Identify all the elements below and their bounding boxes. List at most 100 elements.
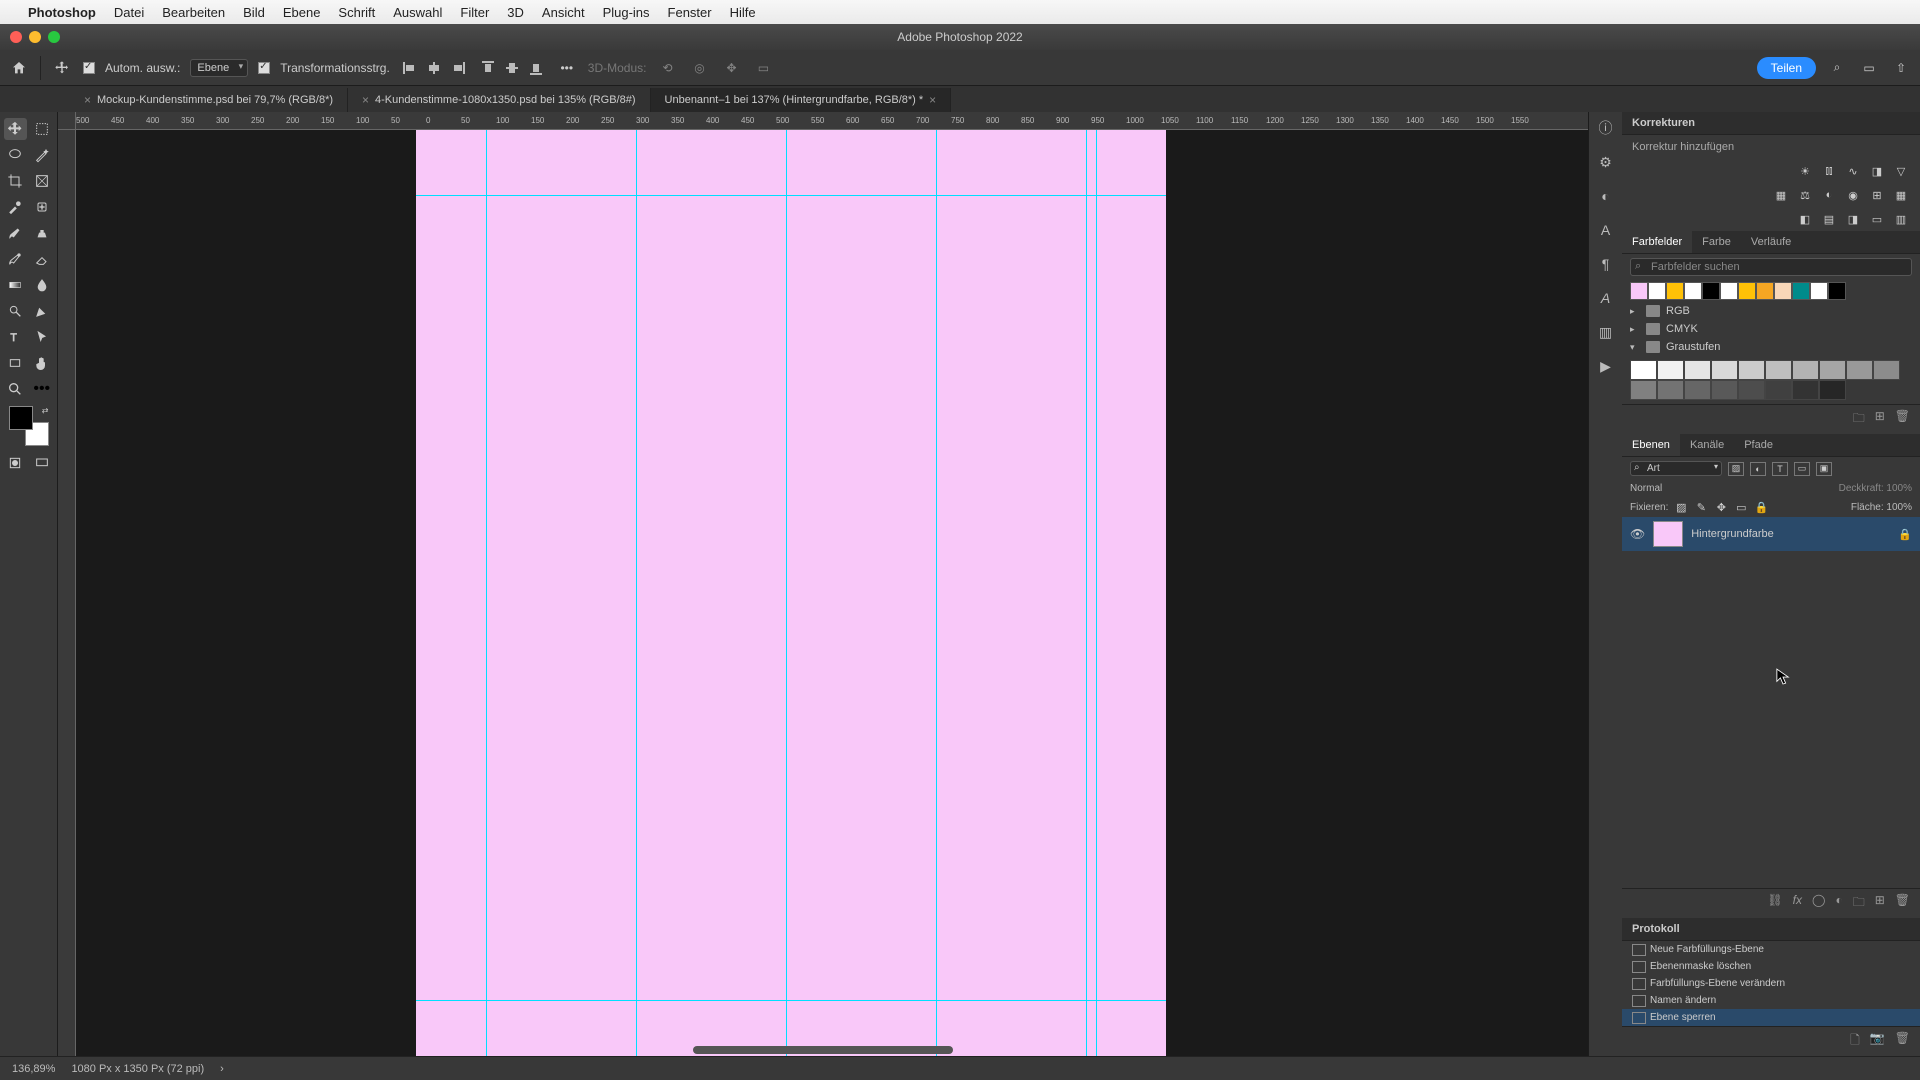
swatch-delete-icon[interactable]: 🗑	[1895, 409, 1910, 430]
close-icon[interactable]: ×	[362, 93, 369, 107]
pen-tool[interactable]	[31, 300, 54, 322]
3d-roll-icon[interactable]: ◎	[688, 57, 710, 79]
gradient-map-icon[interactable]: ▭	[1868, 211, 1886, 227]
align-top-icon[interactable]	[478, 58, 498, 78]
foreground-color[interactable]	[9, 406, 33, 430]
history-item[interactable]: Namen ändern	[1622, 992, 1920, 1009]
swatch[interactable]	[1756, 282, 1774, 300]
close-icon[interactable]: ×	[929, 93, 936, 107]
invert-icon[interactable]: ◧	[1796, 211, 1814, 227]
character-panel-icon[interactable]: A	[1596, 220, 1616, 240]
swatch[interactable]	[1720, 282, 1738, 300]
tab-ebenen[interactable]: Ebenen	[1622, 434, 1680, 456]
swatch[interactable]	[1792, 380, 1819, 400]
menu-3d[interactable]: 3D	[507, 5, 524, 20]
exposure-icon[interactable]: ◨	[1868, 163, 1886, 179]
layer-style-icon[interactable]: fx	[1793, 893, 1802, 914]
swatch-new-icon[interactable]: ⊞	[1875, 409, 1885, 430]
guide-vertical[interactable]	[786, 130, 787, 1056]
lock-artboard-icon[interactable]: ▭	[1734, 500, 1748, 514]
ruler-origin[interactable]	[58, 112, 76, 130]
tab-pfade[interactable]: Pfade	[1734, 434, 1783, 456]
clone-stamp-tool[interactable]	[31, 222, 54, 244]
doc-tab-2[interactable]: Unbenannt–1 bei 137% (Hintergrundfarbe, …	[651, 88, 952, 112]
workspace-icon[interactable]: ▭	[1858, 57, 1880, 79]
selective-color-icon[interactable]: ▥	[1892, 211, 1910, 227]
align-hcenter-icon[interactable]	[424, 58, 444, 78]
swatch[interactable]	[1630, 282, 1648, 300]
doc-tab-0[interactable]: ×Mockup-Kundenstimme.psd bei 79,7% (RGB/…	[70, 88, 348, 112]
move-tool[interactable]	[4, 118, 27, 140]
group-icon[interactable]: 🗀	[1853, 893, 1865, 914]
auto-select-checkbox[interactable]	[83, 62, 95, 74]
filter-smart-icon[interactable]: ▣	[1816, 462, 1832, 476]
swatch[interactable]	[1711, 380, 1738, 400]
swatch[interactable]	[1810, 282, 1828, 300]
rectangle-tool[interactable]	[4, 352, 27, 374]
channel-mixer-icon[interactable]: ⊞	[1868, 187, 1886, 203]
3d-pan-icon[interactable]: ✥	[720, 57, 742, 79]
maximize-window-button[interactable]	[48, 31, 60, 43]
guide-vertical[interactable]	[486, 130, 487, 1056]
photo-filter-icon[interactable]: ◉	[1844, 187, 1862, 203]
swatch[interactable]	[1873, 360, 1900, 380]
layer-mask-icon[interactable]: ◯	[1812, 893, 1825, 914]
delete-layer-icon[interactable]: 🗑	[1895, 893, 1910, 914]
swatch[interactable]	[1819, 360, 1846, 380]
close-icon[interactable]: ×	[84, 93, 91, 107]
lasso-tool[interactable]	[4, 144, 27, 166]
swatch[interactable]	[1630, 360, 1657, 380]
dodge-tool[interactable]	[4, 300, 27, 322]
link-layers-icon[interactable]: ⛓	[1767, 893, 1782, 914]
app-name[interactable]: Photoshop	[28, 5, 96, 20]
menu-bild[interactable]: Bild	[243, 5, 265, 20]
layer-thumbnail[interactable]	[1653, 521, 1683, 547]
swatch[interactable]	[1828, 282, 1846, 300]
guide-vertical[interactable]	[636, 130, 637, 1056]
layer-filter-kind-dropdown[interactable]: Art	[1630, 461, 1722, 476]
filter-type-icon[interactable]: T	[1772, 462, 1788, 476]
swatch[interactable]	[1819, 380, 1846, 400]
swatch[interactable]	[1774, 282, 1792, 300]
eyedropper-tool[interactable]	[4, 196, 27, 218]
menu-filter[interactable]: Filter	[460, 5, 489, 20]
blend-mode-dropdown[interactable]: Normal	[1630, 483, 1662, 494]
filter-shape-icon[interactable]: ▭	[1794, 462, 1810, 476]
eraser-tool[interactable]	[31, 248, 54, 270]
more-align-icon[interactable]: •••	[556, 57, 578, 79]
color-swatches[interactable]: ⇄	[9, 406, 49, 446]
swatch[interactable]	[1684, 360, 1711, 380]
3d-slide-icon[interactable]: ▭	[752, 57, 774, 79]
tab-farbfelder[interactable]: Farbfelder	[1622, 231, 1692, 253]
info-panel-icon[interactable]: ⓘ	[1596, 118, 1616, 138]
ruler-vertical[interactable]	[58, 130, 76, 1056]
new-doc-from-state-icon[interactable]: 🗋	[1850, 1031, 1860, 1052]
swatch[interactable]	[1630, 380, 1657, 400]
opacity-value[interactable]: 100%	[1886, 483, 1912, 494]
align-bottom-icon[interactable]	[526, 58, 546, 78]
tab-farbe[interactable]: Farbe	[1692, 231, 1741, 253]
swatch[interactable]	[1765, 380, 1792, 400]
swatch-folder-cmyk[interactable]: ▸CMYK	[1622, 320, 1920, 338]
swatch[interactable]	[1711, 360, 1738, 380]
menu-schrift[interactable]: Schrift	[338, 5, 375, 20]
magic-wand-tool[interactable]	[31, 144, 54, 166]
brightness-icon[interactable]: ☀	[1796, 163, 1814, 179]
hand-tool[interactable]	[31, 352, 54, 374]
tab-kanaele[interactable]: Kanäle	[1680, 434, 1734, 456]
filter-adjust-icon[interactable]: ◐	[1750, 462, 1766, 476]
blur-tool[interactable]	[31, 274, 54, 296]
mac-menubar[interactable]: Photoshop Datei Bearbeiten Bild Ebene Sc…	[0, 0, 1920, 24]
history-panel-header[interactable]: Protokoll	[1622, 918, 1920, 941]
menu-bearbeiten[interactable]: Bearbeiten	[162, 5, 225, 20]
scrollbar-horizontal[interactable]	[693, 1046, 953, 1054]
threshold-icon[interactable]: ◨	[1844, 211, 1862, 227]
history-item[interactable]: Farbfüllungs-Ebene verändern	[1622, 975, 1920, 992]
history-item[interactable]: Ebene sperren	[1622, 1009, 1920, 1026]
new-layer-icon[interactable]: ⊞	[1875, 893, 1885, 914]
type-tool[interactable]: T	[4, 326, 27, 348]
doc-tab-1[interactable]: ×4-Kundenstimme-1080x1350.psd bei 135% (…	[348, 88, 651, 112]
libraries-panel-icon[interactable]: ▥	[1596, 322, 1616, 342]
fill-value[interactable]: 100%	[1886, 502, 1912, 513]
lock-transparency-icon[interactable]: ▨	[1674, 500, 1688, 514]
